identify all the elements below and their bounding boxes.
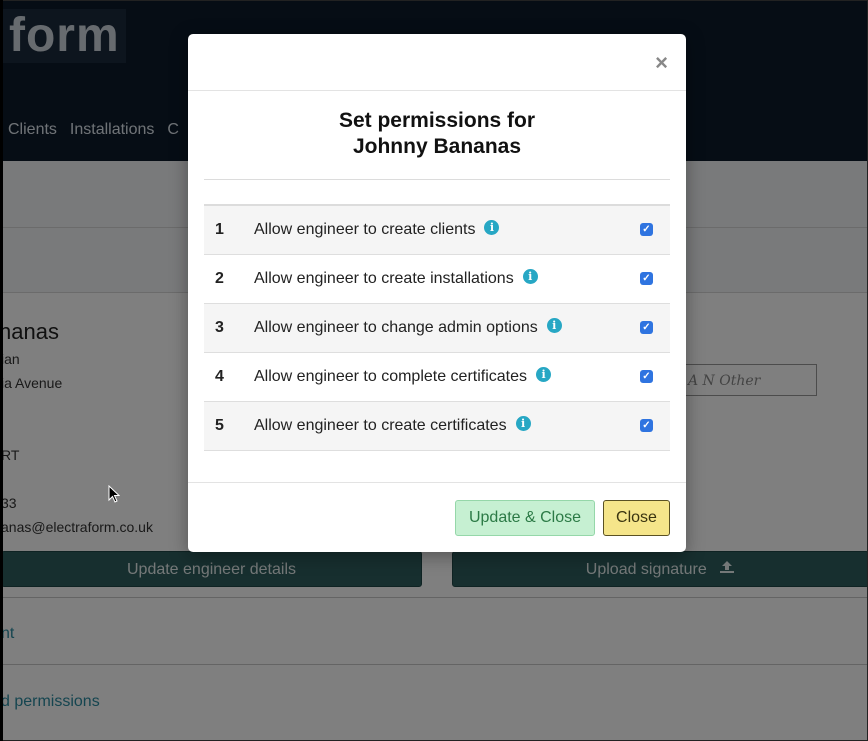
title-divider <box>204 179 670 180</box>
modal-title-line-1: Set permissions for <box>338 109 536 132</box>
permissions-modal: × Set permissions for Johnny Bananas 1 A… <box>188 34 686 552</box>
update-and-close-button[interactable]: Update & Close <box>455 500 595 536</box>
permission-number: 5 <box>215 417 224 434</box>
permission-label: Allow engineer to create installations i <box>254 269 538 288</box>
permissions-table: 1 Allow engineer to create clients i ✓ 2 … <box>204 204 670 451</box>
modal-title: Set permissions for Johnny Bananas <box>188 108 686 160</box>
permission-number: 2 <box>215 270 224 287</box>
close-button[interactable]: Close <box>603 500 670 536</box>
permission-row: 3 Allow engineer to change admin options… <box>204 304 670 353</box>
permission-number: 3 <box>215 319 224 336</box>
permission-row: 5 Allow engineer to create certificates i… <box>204 402 670 451</box>
info-icon[interactable]: i <box>522 269 538 285</box>
close-icon[interactable]: × <box>655 52 668 74</box>
permission-number: 4 <box>215 368 224 385</box>
permission-label: Allow engineer to change admin options i <box>254 318 562 337</box>
modal-header-divider <box>188 90 686 91</box>
app-window: form Clients Installations C nanas ian i… <box>0 0 868 741</box>
permission-row: 2 Allow engineer to create installations… <box>204 255 670 304</box>
modal-footer-divider <box>188 482 686 483</box>
permission-row: 4 Allow engineer to complete certificate… <box>204 353 670 402</box>
permission-checkbox[interactable]: ✓ <box>640 419 653 432</box>
permission-row: 1 Allow engineer to create clients i ✓ <box>204 206 670 255</box>
modal-title-line-2: Johnny Bananas <box>352 135 522 158</box>
permission-checkbox[interactable]: ✓ <box>640 321 653 334</box>
permission-label: Allow engineer to create clients i <box>254 220 500 239</box>
permission-checkbox[interactable]: ✓ <box>640 370 653 383</box>
permission-checkbox[interactable]: ✓ <box>640 272 653 285</box>
permission-checkbox[interactable]: ✓ <box>640 223 653 236</box>
permission-number: 1 <box>215 221 224 238</box>
permission-label: Allow engineer to complete certificates i <box>254 367 552 386</box>
info-icon[interactable]: i <box>546 318 562 334</box>
info-icon[interactable]: i <box>536 367 552 383</box>
info-icon[interactable]: i <box>515 416 531 432</box>
permission-label: Allow engineer to create certificates i <box>254 416 531 435</box>
window-edge <box>0 0 3 741</box>
info-icon[interactable]: i <box>484 220 500 236</box>
